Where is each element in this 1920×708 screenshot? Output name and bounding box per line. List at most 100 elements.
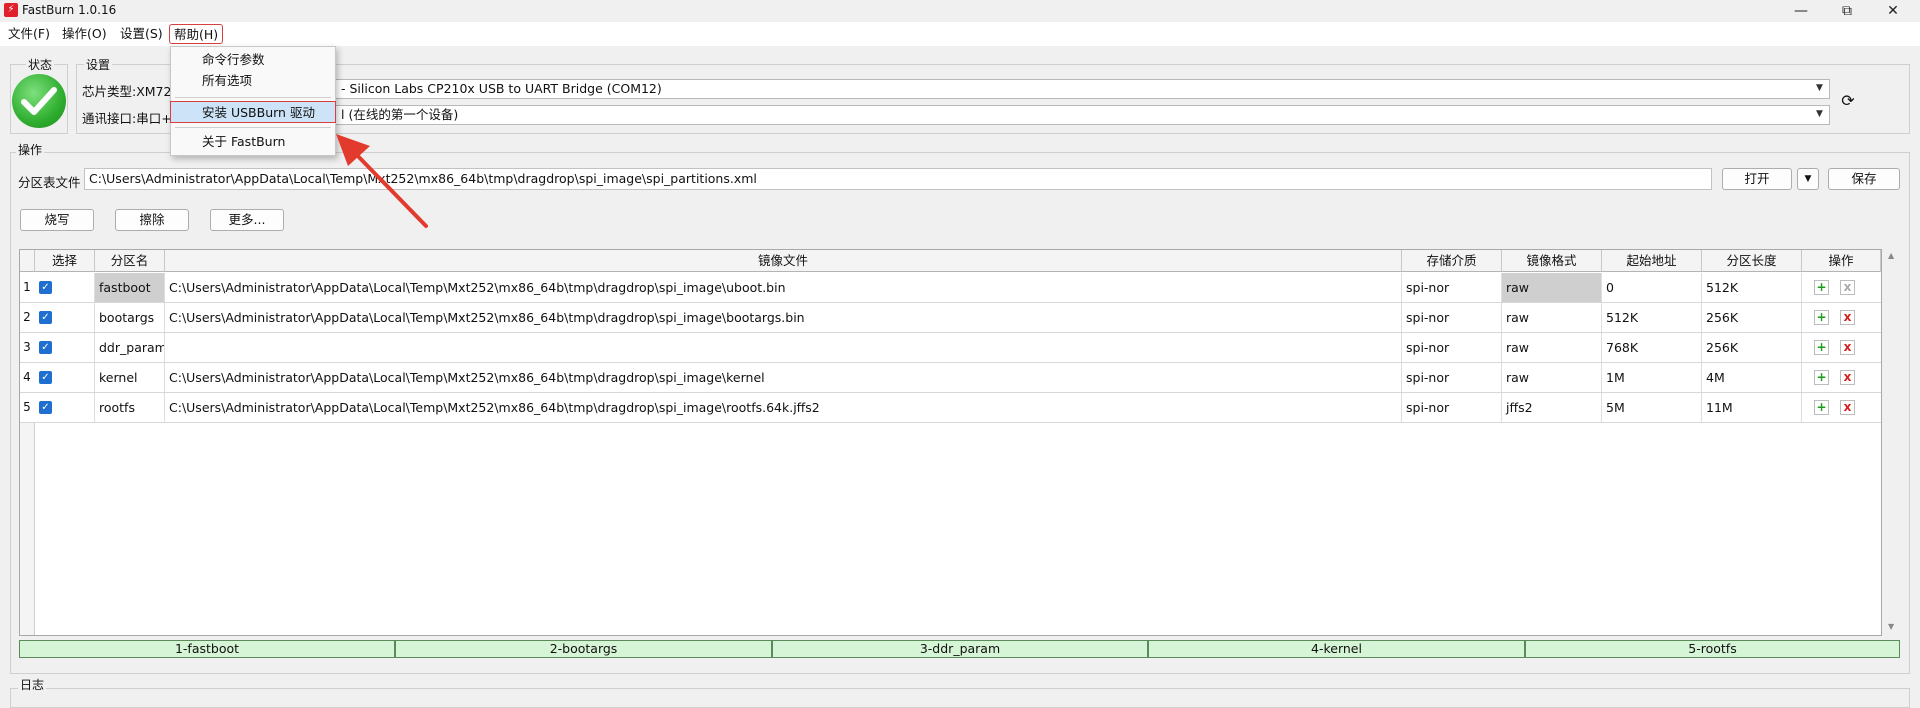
menu-separator bbox=[175, 127, 331, 128]
add-row-icon[interactable]: + bbox=[1814, 280, 1829, 295]
refresh-icon[interactable]: ⟳ bbox=[1838, 91, 1858, 111]
storage-media-cell[interactable]: spi-nor bbox=[1402, 333, 1502, 362]
add-row-icon[interactable]: + bbox=[1814, 340, 1829, 355]
erase-button[interactable]: 擦除 bbox=[115, 209, 189, 231]
delete-row-icon[interactable]: x bbox=[1840, 400, 1855, 415]
device-select-value: l (在线的第一个设备) bbox=[341, 107, 459, 122]
port-select[interactable]: - Silicon Labs CP210x USB to UART Bridge… bbox=[334, 79, 1830, 99]
table-row[interactable]: 4 ✓ kernel C:\Users\Administrator\AppDat… bbox=[20, 363, 1881, 393]
progress-ddr-param: 3-ddr_param bbox=[772, 640, 1148, 658]
progress-bootargs: 2-bootargs bbox=[395, 640, 772, 658]
partition-length-cell[interactable]: 512K bbox=[1702, 273, 1802, 302]
close-button[interactable]: ✕ bbox=[1870, 0, 1916, 22]
start-address-cell[interactable]: 5M bbox=[1602, 393, 1702, 422]
storage-media-cell[interactable]: spi-nor bbox=[1402, 363, 1502, 392]
port-select-value: - Silicon Labs CP210x USB to UART Bridge… bbox=[341, 81, 662, 96]
chevron-down-icon: ▼ bbox=[1816, 109, 1823, 119]
header-image-format: 镜像格式 bbox=[1502, 250, 1602, 272]
row-number-header bbox=[20, 250, 35, 272]
delete-row-icon: x bbox=[1840, 280, 1855, 295]
storage-media-cell[interactable]: spi-nor bbox=[1402, 303, 1502, 332]
table-row[interactable]: 2 ✓ bootargs C:\Users\Administrator\AppD… bbox=[20, 303, 1881, 333]
partition-length-cell[interactable]: 4M bbox=[1702, 363, 1802, 392]
row-header-gutter bbox=[20, 423, 35, 635]
status-check-icon bbox=[12, 74, 66, 128]
delete-row-icon[interactable]: x bbox=[1840, 310, 1855, 325]
add-row-icon[interactable]: + bbox=[1814, 310, 1829, 325]
lightning-icon: ⚡ bbox=[4, 3, 18, 17]
row-number: 5 bbox=[23, 400, 31, 414]
table-row[interactable]: 3 ✓ ddr_param spi-nor raw 768K 256K + x bbox=[20, 333, 1881, 363]
image-format-cell[interactable]: raw bbox=[1502, 303, 1602, 332]
menu-help[interactable]: 帮助(H) bbox=[169, 24, 224, 44]
chevron-down-icon: ▼ bbox=[1804, 174, 1812, 184]
partition-name-cell[interactable]: bootargs bbox=[95, 303, 165, 332]
open-button[interactable]: 打开 bbox=[1722, 168, 1792, 190]
restore-button[interactable]: ⧉ bbox=[1824, 0, 1870, 22]
row-number: 3 bbox=[23, 340, 31, 354]
burn-button[interactable]: 烧写 bbox=[20, 209, 94, 231]
menu-operate[interactable]: 操作(O) bbox=[58, 24, 111, 44]
menu-item-install-usbburn-driver[interactable]: 安装 USBBurn 驱动 bbox=[170, 101, 336, 123]
start-address-cell[interactable]: 1M bbox=[1602, 363, 1702, 392]
save-button[interactable]: 保存 bbox=[1828, 168, 1900, 190]
menu-separator bbox=[175, 97, 331, 98]
image-format-cell[interactable]: raw bbox=[1502, 273, 1602, 302]
image-format-cell[interactable]: raw bbox=[1502, 333, 1602, 362]
image-file-cell[interactable] bbox=[165, 333, 1402, 362]
operations-group-label: 操作 bbox=[16, 141, 45, 158]
image-file-cell[interactable]: C:\Users\Administrator\AppData\Local\Tem… bbox=[165, 273, 1402, 302]
progress-rootfs: 5-rootfs bbox=[1525, 640, 1900, 658]
partition-name-cell[interactable]: fastboot bbox=[95, 273, 165, 302]
start-address-cell[interactable]: 512K bbox=[1602, 303, 1702, 332]
log-group-label: 日志 bbox=[18, 676, 47, 693]
menu-item-about[interactable]: 关于 FastBurn bbox=[171, 131, 335, 153]
title-bar bbox=[0, 0, 1920, 22]
table-scrollbar[interactable]: ▲ ▼ bbox=[1886, 249, 1900, 636]
partition-name-cell[interactable]: rootfs bbox=[95, 393, 165, 422]
image-format-cell[interactable]: jffs2 bbox=[1502, 393, 1602, 422]
menu-settings[interactable]: 设置(S) bbox=[116, 24, 167, 44]
add-row-icon[interactable]: + bbox=[1814, 370, 1829, 385]
delete-row-icon[interactable]: x bbox=[1840, 340, 1855, 355]
chevron-down-icon: ▼ bbox=[1816, 83, 1823, 93]
partition-name-cell[interactable]: ddr_param bbox=[95, 333, 165, 362]
scroll-up-icon[interactable]: ▲ bbox=[1888, 251, 1894, 260]
header-start-address: 起始地址 bbox=[1602, 250, 1702, 272]
status-group-label: 状态 bbox=[26, 56, 55, 73]
add-row-icon[interactable]: + bbox=[1814, 400, 1829, 415]
menu-item-cmdline-args[interactable]: 命令行参数 bbox=[171, 49, 335, 71]
partition-file-input[interactable]: C:\Users\Administrator\AppData\Local\Tem… bbox=[84, 168, 1712, 190]
open-dropdown-button[interactable]: ▼ bbox=[1797, 168, 1819, 190]
partition-name-cell[interactable]: kernel bbox=[95, 363, 165, 392]
partition-length-cell[interactable]: 256K bbox=[1702, 303, 1802, 332]
storage-media-cell[interactable]: spi-nor bbox=[1402, 273, 1502, 302]
interface-label: 通讯接口:串口+ bbox=[82, 111, 172, 126]
row-number: 2 bbox=[23, 310, 31, 324]
image-file-cell[interactable]: C:\Users\Administrator\AppData\Local\Tem… bbox=[165, 393, 1402, 422]
menu-item-all-options[interactable]: 所有选项 bbox=[171, 70, 335, 92]
start-address-cell[interactable]: 0 bbox=[1602, 273, 1702, 302]
window-title: FastBurn 1.0.16 bbox=[22, 3, 117, 17]
progress-kernel: 4-kernel bbox=[1148, 640, 1525, 658]
settings-group-label: 设置 bbox=[84, 56, 113, 73]
table-row[interactable]: 1 ✓ fastboot C:\Users\Administrator\AppD… bbox=[20, 273, 1881, 303]
header-image-file: 镜像文件 bbox=[165, 250, 1402, 272]
image-format-cell[interactable]: raw bbox=[1502, 363, 1602, 392]
minimize-button[interactable]: — bbox=[1778, 0, 1824, 22]
delete-row-icon[interactable]: x bbox=[1840, 370, 1855, 385]
more-button[interactable]: 更多... bbox=[210, 209, 284, 231]
image-file-cell[interactable]: C:\Users\Administrator\AppData\Local\Tem… bbox=[165, 363, 1402, 392]
table-row[interactable]: 5 ✓ rootfs C:\Users\Administrator\AppDat… bbox=[20, 393, 1881, 423]
start-address-cell[interactable]: 768K bbox=[1602, 333, 1702, 362]
progress-fastboot: 1-fastboot bbox=[19, 640, 395, 658]
partition-length-cell[interactable]: 256K bbox=[1702, 333, 1802, 362]
scroll-down-icon[interactable]: ▼ bbox=[1888, 622, 1894, 631]
menu-file[interactable]: 文件(F) bbox=[4, 24, 54, 44]
image-file-cell[interactable]: C:\Users\Administrator\AppData\Local\Tem… bbox=[165, 303, 1402, 332]
storage-media-cell[interactable]: spi-nor bbox=[1402, 393, 1502, 422]
annotation-arrow-icon bbox=[336, 134, 428, 228]
device-select[interactable]: l (在线的第一个设备) bbox=[334, 105, 1830, 125]
partition-length-cell[interactable]: 11M bbox=[1702, 393, 1802, 422]
partition-table: 选择 分区名 镜像文件 存储介质 镜像格式 起始地址 分区长度 操作 1 ✓ f… bbox=[19, 249, 1882, 636]
